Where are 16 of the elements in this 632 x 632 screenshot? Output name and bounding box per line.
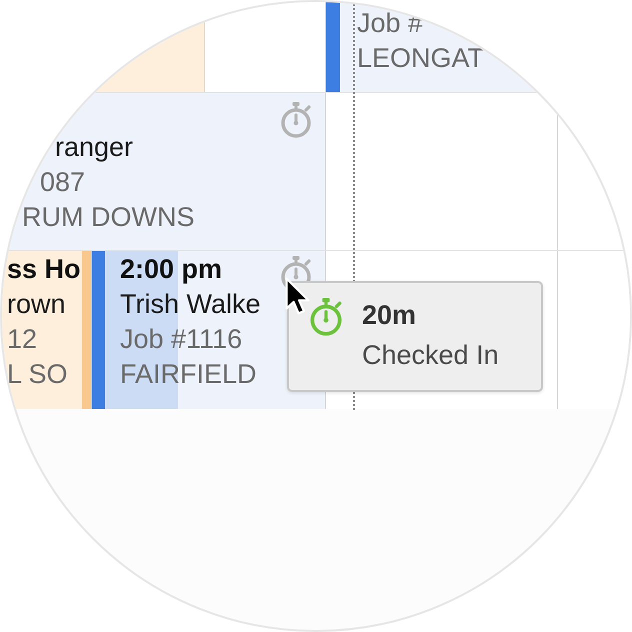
job-number: 12	[7, 323, 38, 356]
suburb-name: RUM DOWNS	[22, 201, 194, 234]
event-card[interactable]: ss Ho rown 12 L SO	[2, 251, 82, 409]
suburb-name: LEONGAT	[357, 42, 484, 75]
tooltip-status: Checked In	[362, 339, 499, 372]
job-number: 087	[40, 166, 86, 199]
suburb-name: FAIRFIELD	[120, 358, 257, 391]
job-number: Job #1116	[120, 323, 242, 356]
customer-name: Trish Walke	[120, 288, 261, 321]
customer-name: rown	[7, 288, 66, 321]
customer-name: ranger	[55, 131, 134, 164]
pointer-cursor-icon	[285, 277, 311, 316]
event-title: ss Ho	[7, 253, 81, 286]
tooltip-duration: 20m	[362, 299, 416, 332]
suburb-name: L SO	[7, 358, 68, 391]
event-time: 2:00 pm	[120, 253, 222, 286]
